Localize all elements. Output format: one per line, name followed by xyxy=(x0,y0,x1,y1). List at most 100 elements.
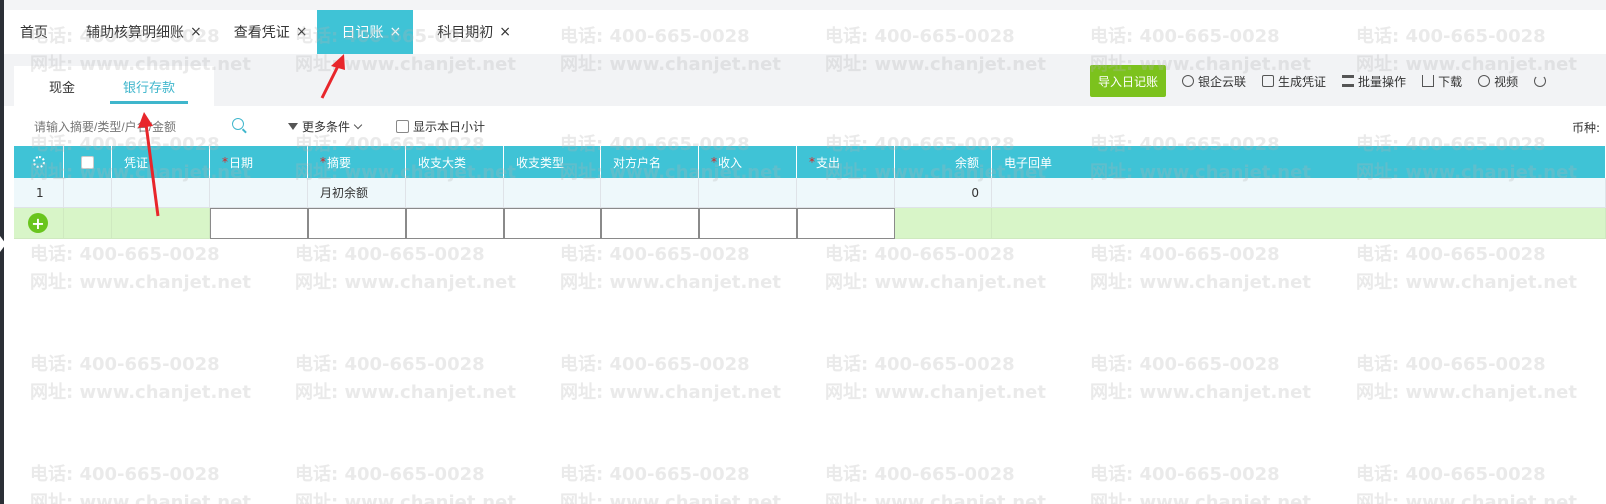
subtab-cash[interactable]: 现金 xyxy=(14,66,110,106)
watermark-site: 网址: www.chanjet.net xyxy=(560,272,781,293)
refresh-button[interactable] xyxy=(1534,75,1550,87)
close-icon[interactable]: × xyxy=(389,24,401,40)
watermark-phone: 电话: 400-665-0028 xyxy=(30,354,220,375)
batch-icon xyxy=(1342,75,1355,87)
close-icon[interactable]: × xyxy=(499,24,511,40)
add-row-cell: + xyxy=(14,208,64,239)
new-income-input[interactable] xyxy=(699,208,797,239)
tab-label: 日记账 xyxy=(341,25,384,41)
download-label: 下载 xyxy=(1438,74,1463,89)
summary-value: 月初余额 xyxy=(320,186,369,200)
header-label: 支出 xyxy=(816,155,841,170)
watermark-site: 网址: www.chanjet.net xyxy=(30,382,251,403)
watermark-site: 网址: www.chanjet.net xyxy=(1356,382,1577,403)
watermark-phone: 电话: 400-665-0028 xyxy=(825,464,1015,485)
close-icon[interactable]: × xyxy=(296,24,308,40)
daily-subtotal-toggle[interactable]: 显示本日小计 xyxy=(396,118,485,135)
new-counterparty-input[interactable] xyxy=(601,208,699,239)
header-category: 收支大类 xyxy=(406,146,504,178)
close-icon[interactable]: × xyxy=(190,24,202,40)
new-summary-input[interactable] xyxy=(308,208,406,239)
tab-label: 辅助核算明细账 xyxy=(86,25,184,41)
required-mark: * xyxy=(320,155,326,169)
more-conditions-label: 更多条件 xyxy=(302,120,351,134)
video-button[interactable]: 视频 xyxy=(1478,73,1518,90)
video-label: 视频 xyxy=(1494,74,1519,89)
header-label: 收支类型 xyxy=(516,155,565,170)
add-row-button[interactable]: + xyxy=(28,213,48,233)
toolbar: 导入日记账 银企云联 生成凭证 批量操作 下载 视频 xyxy=(1090,64,1550,98)
row-index-value: 1 xyxy=(36,185,44,200)
header-label: 电子回单 xyxy=(1004,155,1053,170)
header-label: 余额 xyxy=(954,155,979,170)
chevron-down-icon xyxy=(353,120,363,130)
watermark-phone: 电话: 400-665-0028 xyxy=(825,244,1015,265)
filter-icon xyxy=(288,123,298,130)
tab-label: 查看凭证 xyxy=(233,25,290,41)
daily-subtotal-label: 显示本日小计 xyxy=(413,120,486,134)
summary-cell: 月初余额 xyxy=(308,178,406,208)
new-category-input[interactable] xyxy=(406,208,504,239)
category-cell xyxy=(406,178,504,208)
import-journal-button[interactable]: 导入日记账 xyxy=(1090,65,1167,97)
watermark-phone: 电话: 400-665-0028 xyxy=(825,354,1015,375)
subtab-bank-deposit[interactable]: 银行存款 xyxy=(110,66,188,106)
batch-operation-label: 批量操作 xyxy=(1358,74,1407,89)
column-settings-button[interactable] xyxy=(14,146,64,178)
new-expense-input[interactable] xyxy=(797,208,895,239)
e-receipt-cell xyxy=(992,178,1606,208)
tab-home[interactable]: 首页 xyxy=(4,10,72,54)
voucher-cell xyxy=(112,178,210,208)
table-row[interactable]: 1 月初余额 0 xyxy=(14,178,1606,208)
header-date: * 日期 xyxy=(210,146,308,178)
header-label: 对方户名 xyxy=(613,155,662,170)
tab-opening-balance[interactable]: 科目期初 × xyxy=(413,10,523,54)
daily-subtotal-checkbox[interactable] xyxy=(396,120,409,133)
watermark-site: 网址: www.chanjet.net xyxy=(30,492,251,504)
watermark-phone: 电话: 400-665-0028 xyxy=(1090,464,1280,485)
cloud-link-icon xyxy=(1182,75,1195,87)
account-type-tabs: 现金 银行存款 xyxy=(14,66,214,106)
download-icon xyxy=(1422,75,1435,87)
new-balance-cell xyxy=(895,208,992,239)
header-label: 收入 xyxy=(718,155,743,170)
tab-aux-detail[interactable]: 辅助核算明细账 × xyxy=(72,10,220,54)
required-mark: * xyxy=(222,155,228,169)
download-button[interactable]: 下载 xyxy=(1422,73,1462,90)
header-e-receipt: 电子回单 xyxy=(992,146,1606,178)
filter-bar: 更多条件 显示本日小计 币种: xyxy=(14,106,1606,146)
gear-icon xyxy=(32,156,45,168)
header-expense: * 支出 xyxy=(797,146,895,178)
date-cell xyxy=(210,178,308,208)
counterparty-cell xyxy=(601,178,699,208)
select-all-cell xyxy=(64,146,112,178)
watermark-phone: 电话: 400-665-0028 xyxy=(295,354,485,375)
watermark-phone: 电话: 400-665-0028 xyxy=(560,244,750,265)
collapse-notch-icon[interactable] xyxy=(0,236,6,252)
more-conditions-dropdown[interactable]: 更多条件 xyxy=(288,118,363,135)
tab-view-voucher[interactable]: 查看凭证 × xyxy=(220,10,318,54)
new-type-input[interactable] xyxy=(504,208,601,239)
select-all-checkbox[interactable] xyxy=(81,155,94,169)
search-input[interactable] xyxy=(34,118,244,136)
import-journal-label: 导入日记账 xyxy=(1098,74,1159,89)
header-label: 摘要 xyxy=(327,155,352,170)
subtab-label: 现金 xyxy=(48,80,75,96)
watermark-site: 网址: www.chanjet.net xyxy=(295,272,516,293)
balance-cell: 0 xyxy=(895,178,992,208)
tab-label: 首页 xyxy=(20,25,48,41)
watermark-site: 网址: www.chanjet.net xyxy=(1356,272,1577,293)
generate-voucher-button[interactable]: 生成凭证 xyxy=(1262,73,1326,90)
new-date-input[interactable] xyxy=(210,208,308,239)
bank-link-button[interactable]: 银企云联 xyxy=(1182,73,1246,90)
watermark-phone: 电话: 400-665-0028 xyxy=(30,244,220,265)
batch-operation-button[interactable]: 批量操作 xyxy=(1342,73,1406,90)
header-voucher: 凭证 xyxy=(112,146,210,178)
subtab-label: 银行存款 xyxy=(122,80,175,96)
header-balance: 余额 xyxy=(895,146,992,178)
watermark-site: 网址: www.chanjet.net xyxy=(1356,492,1577,504)
tab-journal[interactable]: 日记账 × xyxy=(317,10,414,54)
watermark-phone: 电话: 400-665-0028 xyxy=(295,244,485,265)
watermark-phone: 电话: 400-665-0028 xyxy=(1090,244,1280,265)
search-icon[interactable] xyxy=(232,118,244,130)
